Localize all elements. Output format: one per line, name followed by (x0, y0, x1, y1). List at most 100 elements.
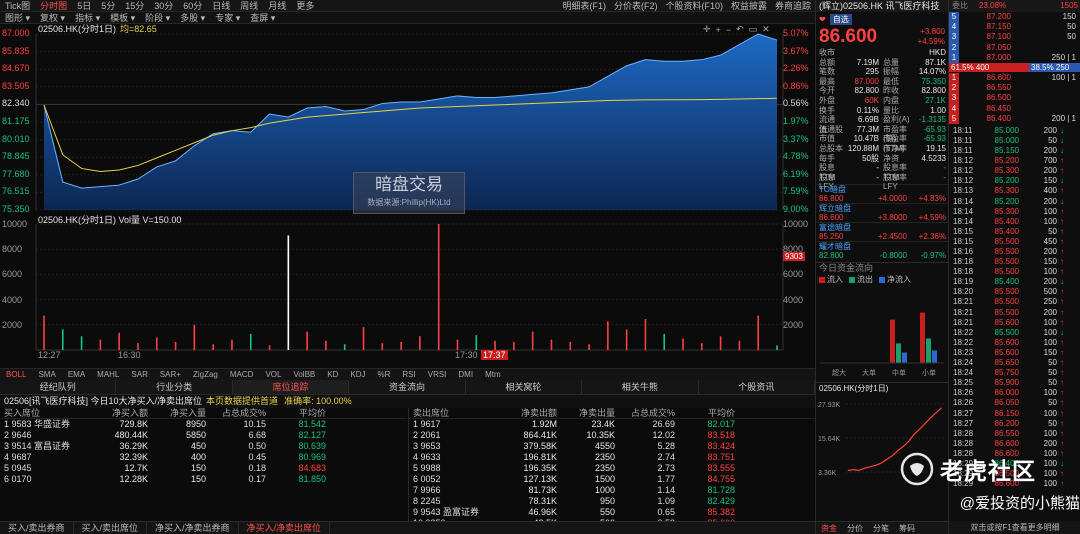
indicator-sar[interactable]: SAR (125, 369, 153, 381)
close-icon[interactable]: ✕ (762, 24, 770, 35)
ask-level[interactable]: 4 87.150 50 (949, 22, 1080, 33)
chart-option-0[interactable]: 图形 ▾ (0, 12, 35, 24)
indicator-sma[interactable]: SMA (32, 369, 61, 381)
indicator-rsi[interactable]: RSI (396, 369, 421, 381)
info-tab-5[interactable]: 相关牛熊 (582, 380, 699, 394)
indicator-ema[interactable]: EMA (62, 369, 91, 381)
undo-icon[interactable]: ↶ (736, 24, 744, 35)
table-row[interactable]: 6 0052 127.13K 1500 1.77 84.755 (409, 474, 815, 485)
crosshair-icon[interactable]: ✛ (703, 24, 711, 35)
chart-tab-8[interactable]: 周线 (235, 0, 263, 12)
chart-option-6[interactable]: 专家 ▾ (210, 12, 245, 24)
ask-level[interactable]: 2 87.050 (949, 42, 1080, 53)
info-tab-6[interactable]: 个股资讯 (699, 380, 815, 394)
quote-tab-1[interactable]: 分价 (842, 522, 868, 534)
chart-tab-1[interactable]: 分时图 (35, 0, 72, 12)
favorite-icon[interactable]: ❤ (819, 15, 826, 24)
quote-tab-0[interactable]: 资金 (816, 522, 842, 534)
indicator-dmi[interactable]: DMI (452, 369, 479, 381)
toolbar-link-3[interactable]: 权益披露 (727, 0, 771, 12)
indicator-boll[interactable]: BOLL (0, 369, 32, 381)
trade-ticks[interactable]: 18:11 85.000 200 ↓ 18:11 85.000 50 ↓ 18:11 85.150… (949, 126, 1080, 489)
info-tab-4[interactable]: 相关窝轮 (466, 380, 583, 394)
bid-level[interactable]: 4 86.450 (949, 103, 1080, 114)
watchlist-badge[interactable]: 自选 (829, 13, 852, 25)
table-row[interactable]: 5 9988 196.35K 2350 2.73 83.555 (409, 463, 815, 474)
table-row[interactable]: 3 9514 富昌证券 36.29K 450 0.50 80.639 (0, 441, 407, 452)
indicator-kd[interactable]: KD (321, 369, 344, 381)
info-tab-0[interactable]: 经纪队列 (0, 380, 117, 394)
chart-tab-3[interactable]: 5分 (96, 0, 120, 12)
chart-option-7[interactable]: 查屏 ▾ (245, 12, 280, 24)
bid-level[interactable]: 2 86.550 (949, 83, 1080, 94)
dark-market-item[interactable]: 辉立暗盘 86.600 +3.8000 +4.59% (816, 203, 948, 222)
dark-market-item[interactable]: 耀才暗盘 82.800 -0.8000 -0.97% (816, 241, 948, 260)
ask-level[interactable]: 5 87.200 150 (949, 12, 1080, 23)
chart-tab-4[interactable]: 15分 (120, 0, 149, 12)
zoom-in-icon[interactable]: + (716, 25, 721, 35)
indicator-vrsi[interactable]: VRSI (422, 369, 453, 381)
chart-tab-7[interactable]: 日线 (207, 0, 235, 12)
table-row[interactable]: 4 9633 196.81K 2350 2.74 83.751 (409, 452, 815, 463)
toolbar-link-0[interactable]: 明细表(F1) (558, 0, 610, 12)
restore-icon[interactable]: ▭ (749, 24, 758, 35)
chart-option-3[interactable]: 模板 ▾ (105, 12, 140, 24)
ticks-footer[interactable]: 双击或按F1查看更多明细 (949, 521, 1080, 534)
info-tab-2[interactable]: 席位追踪 (232, 380, 350, 394)
indicator-mahl[interactable]: MAHL (91, 369, 125, 381)
broker-view-tab-1[interactable]: 买入/卖出席位 (74, 522, 148, 534)
indicator-sar+[interactable]: SAR+ (154, 369, 187, 381)
chart-tab-6[interactable]: 60分 (178, 0, 207, 12)
info-tab-1[interactable]: 行业分类 (116, 380, 233, 394)
chart-tab-9[interactable]: 月线 (263, 0, 291, 12)
table-row[interactable]: 3 9653 379.58K 4550 5.28 83.424 (409, 441, 815, 452)
quote-tab-2[interactable]: 分笔 (868, 522, 894, 534)
chart-tab-0[interactable]: Tick图 (0, 0, 35, 12)
toolbar-link-4[interactable]: 券商追踪 (771, 0, 815, 12)
quote-tab-3[interactable]: 筹码 (894, 522, 920, 534)
broker-view-tab-3[interactable]: 净买入/净卖出席位 (239, 522, 331, 534)
bid-level[interactable]: 1 86.600 100 | 1 (949, 72, 1080, 84)
chart-option-4[interactable]: 阶段 ▾ (140, 12, 175, 24)
indicator-%r[interactable]: %R (372, 369, 397, 381)
table-row[interactable]: 8 2245 78.31K 950 1.09 82.429 (409, 496, 815, 507)
table-row[interactable]: 9 9543 盈富证券 46.96K 550 0.65 85.382 (409, 507, 815, 518)
intraday-price-chart[interactable]: 02506.HK(分时1日) 均=82.65 ✛ + − ↶ ▭ ✕ 87.00… (0, 24, 815, 214)
chart-option-5[interactable]: 多股 ▾ (175, 12, 210, 24)
table-row[interactable]: 2 9646 480.44K 5850 6.68 82.127 (0, 430, 407, 441)
dark-market-item[interactable]: TO暗盘 86.800 +4.0000 +4.83% (816, 184, 948, 203)
indicator-volbb[interactable]: VolBB (287, 369, 321, 381)
indicator-macd[interactable]: MACD (224, 369, 260, 381)
volume-chart[interactable]: 02506.HK(分时1日) Vol量 V=150.00 10000 8000 60… (0, 212, 815, 362)
chart-option-2[interactable]: 指标 ▾ (70, 12, 105, 24)
toolbar-link-2[interactable]: 个股资料(F10) (661, 0, 727, 12)
table-row[interactable]: 1 9583 华盛证券 729.8K 8950 10.15 81.542 (0, 419, 407, 430)
tick-price: 85.600 (994, 337, 1019, 347)
chart-option-1[interactable]: 复权 ▾ (35, 12, 70, 24)
table-row[interactable]: 7 9966 81.73K 1000 1.14 81.728 (409, 485, 815, 496)
price-tick: 87.000 (2, 28, 30, 38)
table-row[interactable]: 2 2061 864.41K 10.35K 12.02 83.518 (409, 430, 815, 441)
chart-tab-10[interactable]: 更多 (291, 0, 319, 12)
flow-out-bar (926, 338, 931, 364)
indicator-zigzag[interactable]: ZigZag (187, 369, 224, 381)
table-row[interactable]: 1 9617 1.92M 23.4K 26.69 82.017 (409, 419, 815, 430)
toolbar-link-1[interactable]: 分价表(F2) (610, 0, 662, 12)
table-row[interactable]: 5 0945 12.7K 150 0.18 84.683 (0, 463, 407, 474)
ask-level[interactable]: 1 87.000 250 | 1 (949, 52, 1080, 63)
chart-tab-5[interactable]: 30分 (149, 0, 178, 12)
indicator-kdj[interactable]: KDJ (344, 369, 371, 381)
broker-view-tab-0[interactable]: 买入/卖出券商 (0, 522, 74, 534)
bid-level[interactable]: 5 86.400 200 | 1 (949, 113, 1080, 124)
table-row[interactable]: 6 0170 12.28K 150 0.17 81.850 (0, 474, 407, 485)
chart-tab-2[interactable]: 5日 (72, 0, 96, 12)
bid-level[interactable]: 3 86.500 (949, 93, 1080, 104)
table-row[interactable]: 4 9687 32.39K 400 0.45 80.969 (0, 452, 407, 463)
indicator-vol[interactable]: VOL (259, 369, 287, 381)
dark-market-item[interactable]: 富途暗盘 85.250 +2.4500 +2.36% (816, 222, 948, 241)
broker-view-tab-2[interactable]: 净买入/净卖出券商 (147, 522, 239, 534)
zoom-out-icon[interactable]: − (726, 25, 731, 35)
ask-level[interactable]: 3 87.100 50 (949, 32, 1080, 43)
info-tab-3[interactable]: 资金流向 (349, 380, 466, 394)
indicator-mtm[interactable]: Mtm (479, 369, 507, 381)
